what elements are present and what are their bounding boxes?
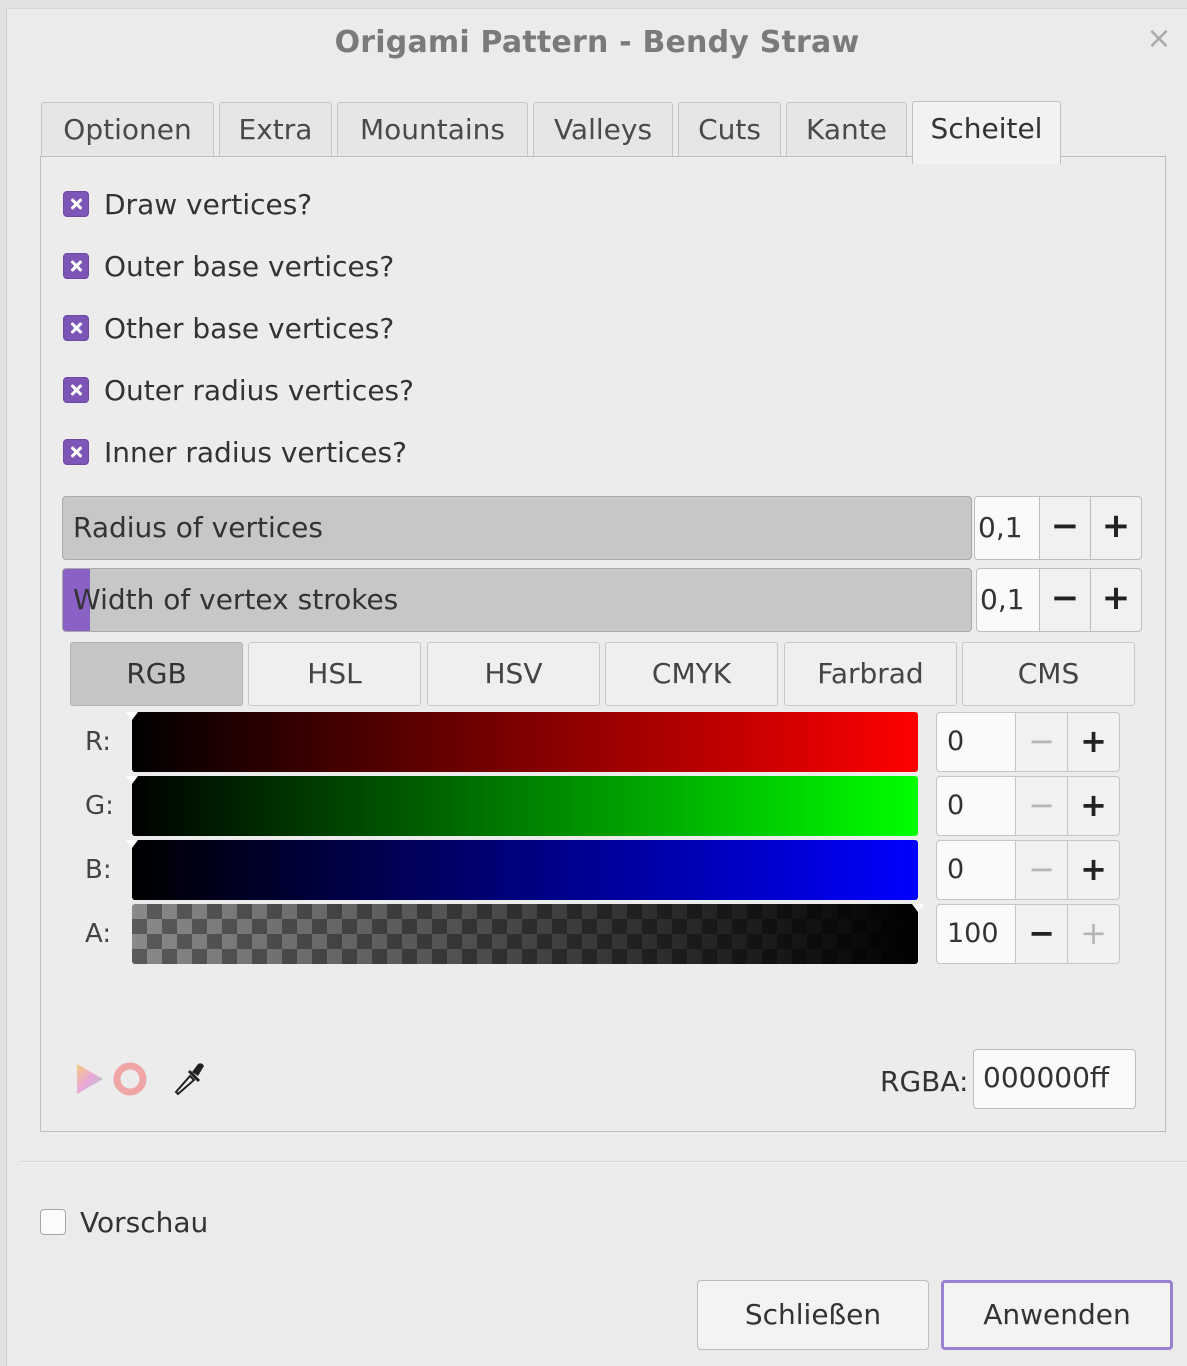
checkbox-label: Outer radius vertices? [104,373,414,407]
color-wheel-icon[interactable] [75,1062,105,1096]
blue-value-input[interactable]: 0 [936,840,1016,900]
tab-mountains[interactable]: Mountains [337,102,528,158]
rgba-label: RGBA: [880,1065,969,1098]
red-channel-slider[interactable] [126,712,918,772]
blue-channel-slider[interactable] [126,840,918,900]
preview-label: Vorschau [80,1205,209,1239]
increment-button[interactable]: + [1067,904,1120,964]
checkbox-other-base-vertices[interactable]: Other base vertices? [63,310,394,346]
slider-label: Radius of vertices [73,511,323,544]
checkbox-outer-radius-vertices[interactable]: Outer radius vertices? [63,372,414,408]
color-mode-bar: RGB HSL HSV CMYK Farbrad CMS [70,642,1136,706]
checkbox-inner-radius-vertices[interactable]: Inner radius vertices? [63,434,407,470]
decrement-button[interactable]: − [1015,840,1068,900]
tab-optionen[interactable]: Optionen [41,102,214,158]
increment-button[interactable]: + [1090,496,1142,560]
increment-button[interactable]: + [1067,712,1120,772]
radius-of-vertices-row: Radius of vertices 0,1 − + [62,496,1144,560]
width-of-vertex-strokes-input[interactable]: 0,1 [976,568,1040,632]
channel-row-alpha: A: 100 − + [85,904,1121,964]
increment-button[interactable]: + [1090,568,1142,632]
dialog-window: Origami Pattern - Bendy Straw × Optionen… [6,8,1187,1366]
decrement-button[interactable]: − [1015,904,1068,964]
color-mode-rgb[interactable]: RGB [70,642,243,706]
alpha-value-input[interactable]: 100 [936,904,1016,964]
checkbox-checked-icon[interactable] [63,253,89,279]
green-value-input[interactable]: 0 [936,776,1016,836]
slider-label: Width of vertex strokes [73,583,399,616]
slider-marker-icon [912,904,924,912]
title-bar: Origami Pattern - Bendy Straw × [7,9,1187,79]
color-mode-cms[interactable]: CMS [962,642,1135,706]
slider-marker-icon [126,840,138,848]
checkbox-label: Outer base vertices? [104,249,395,283]
slider-marker-icon [126,712,138,720]
tab-panel-scheitel: Draw vertices? Outer base vertices? Othe… [40,156,1166,1132]
channel-row-green: G: 0 − + [85,776,1121,836]
decrement-button[interactable]: − [1039,568,1091,632]
color-mode-hsv[interactable]: HSV [427,642,600,706]
green-channel-slider[interactable] [126,776,918,836]
channel-label: R: [85,727,112,757]
increment-button[interactable]: + [1067,776,1120,836]
preview-checkbox[interactable] [40,1209,66,1235]
rgba-input[interactable]: 000000ff [973,1049,1136,1109]
separator [21,1161,1187,1163]
checkbox-checked-icon[interactable] [63,315,89,341]
channel-row-blue: B: 0 − + [85,840,1121,900]
checkbox-checked-icon[interactable] [63,191,89,217]
color-mode-cmyk[interactable]: CMYK [605,642,778,706]
checkbox-label: Inner radius vertices? [104,435,407,469]
preview-checkbox-row[interactable]: Vorschau [40,1204,208,1240]
eyedropper-icon[interactable] [172,1060,206,1098]
red-value-input[interactable]: 0 [936,712,1016,772]
decrement-button[interactable]: − [1039,496,1091,560]
window-title: Origami Pattern - Bendy Straw [334,25,860,60]
color-ring-icon[interactable] [113,1062,147,1096]
close-button[interactable]: Schließen [697,1280,929,1350]
color-mode-hsl[interactable]: HSL [248,642,421,706]
channel-label: G: [85,791,114,821]
channel-label: B: [85,855,112,885]
checkbox-label: Other base vertices? [104,311,395,345]
tab-valleys[interactable]: Valleys [533,102,673,158]
color-mode-farbrad[interactable]: Farbrad [784,642,957,706]
width-of-vertex-strokes-slider[interactable]: Width of vertex strokes [62,568,972,632]
channel-label: A: [85,919,112,949]
checkbox-label: Draw vertices? [104,187,313,221]
slider-marker-icon [126,776,138,784]
checkbox-outer-base-vertices[interactable]: Outer base vertices? [63,248,394,284]
checkbox-checked-icon[interactable] [63,439,89,465]
tab-kante[interactable]: Kante [786,102,907,158]
tab-scheitel[interactable]: Scheitel [912,101,1061,164]
radius-of-vertices-slider[interactable]: Radius of vertices [62,496,972,560]
increment-button[interactable]: + [1067,840,1120,900]
tab-extra[interactable]: Extra [219,102,332,158]
close-icon[interactable]: × [1145,24,1173,54]
width-of-vertex-strokes-row: Width of vertex strokes 0,1 − + [62,568,1144,632]
tab-cuts[interactable]: Cuts [678,102,781,158]
checkbox-checked-icon[interactable] [63,377,89,403]
checkbox-draw-vertices[interactable]: Draw vertices? [63,186,312,222]
channel-row-red: R: 0 − + [85,712,1121,772]
decrement-button[interactable]: − [1015,712,1068,772]
apply-button[interactable]: Anwenden [941,1280,1173,1350]
decrement-button[interactable]: − [1015,776,1068,836]
radius-of-vertices-input[interactable]: 0,1 [974,496,1040,560]
alpha-channel-slider[interactable] [132,904,924,964]
